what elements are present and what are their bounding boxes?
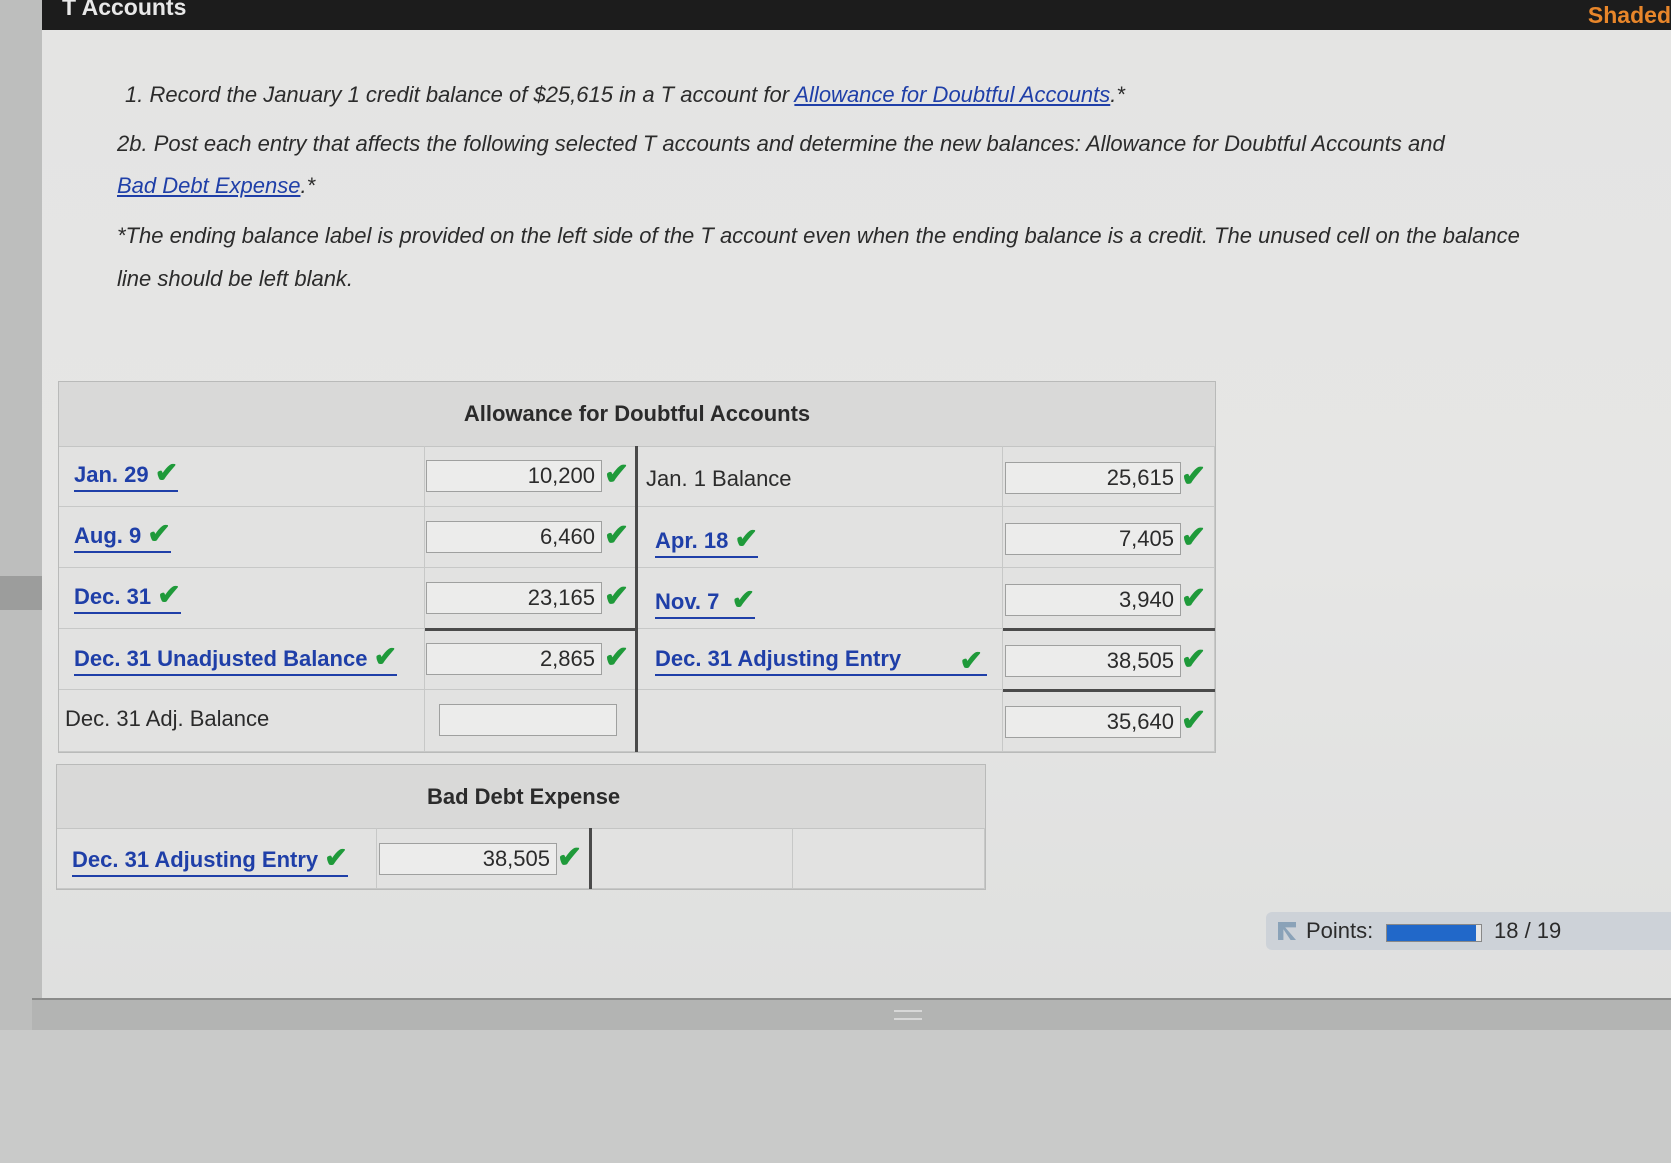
row3-left-label[interactable]: Dec. 31 ✔ <box>74 580 181 614</box>
instruction-1-text: 1. Record the January 1 credit balance o… <box>125 82 795 107</box>
label-text: Dec. 31 Unadjusted Balance <box>74 646 368 671</box>
checkmark-icon: ✔ <box>1181 521 1207 554</box>
points-progress-fill <box>1387 925 1477 941</box>
row1-left-label[interactable]: Jan. 29 ✔ <box>74 457 179 492</box>
label-text: Nov. 7 <box>655 589 720 614</box>
t-account-divider <box>635 446 638 752</box>
flag-icon[interactable] <box>1278 922 1296 940</box>
checkmark-icon: ✔ <box>154 457 179 488</box>
row3-right-label[interactable]: Nov. 7 ✔ <box>655 584 756 619</box>
allowance-t-account: Allowance for Doubtful Accounts Jan. 29 … <box>58 381 1216 753</box>
checkmark-icon: ✔ <box>324 842 348 873</box>
row5-left-label: Dec. 31 Adj. Balance <box>65 706 270 731</box>
row4-right-label[interactable]: Dec. 31 Adjusting Entry ✔ <box>655 646 987 676</box>
points-indicator: Points: 18 / 19 <box>1266 912 1671 950</box>
balance-rule-right <box>1003 689 1215 692</box>
title-bar: T Accounts Shaded <box>0 0 1671 30</box>
left-strip <box>0 0 42 1163</box>
bad-debt-row1-label[interactable]: Dec. 31 Adjusting Entry ✔ <box>72 843 348 877</box>
cell <box>793 828 985 889</box>
instruction-2b-suffix: .* <box>300 173 316 198</box>
row3-right-value[interactable]: 3,940 <box>1005 584 1181 616</box>
checkmark-icon: ✔ <box>1181 704 1207 737</box>
instruction-1-suffix: .* <box>1110 82 1125 107</box>
row2-right-label[interactable]: Apr. 18 ✔ <box>655 524 758 558</box>
row2-left-label[interactable]: Aug. 9 ✔ <box>74 519 171 553</box>
total-rule-right <box>1003 628 1215 631</box>
left-tab <box>0 576 42 610</box>
row5-left-value[interactable] <box>439 704 617 736</box>
bad-debt-row1-value[interactable]: 38,505 <box>379 843 557 875</box>
label-text: Jan. 29 <box>74 462 149 487</box>
cell <box>637 690 1003 752</box>
checkmark-icon: ✔ <box>157 579 181 610</box>
checkmark-icon: ✔ <box>604 458 630 491</box>
row1-right-label: Jan. 1 Balance <box>646 466 792 491</box>
points-progress-bar <box>1386 924 1482 942</box>
resize-bar[interactable] <box>32 998 1671 1030</box>
window-title: T Accounts <box>62 0 187 20</box>
note-line-1: *The ending balance label is provided on… <box>117 223 1520 248</box>
t-account-divider <box>589 828 592 889</box>
label-text: Apr. 18 <box>655 528 729 553</box>
row4-left-label[interactable]: Dec. 31 Unadjusted Balance ✔ <box>74 641 398 676</box>
label-text: Dec. 31 <box>74 584 152 609</box>
row1-right-value[interactable]: 25,615 <box>1005 462 1181 494</box>
grip-icon[interactable] <box>894 1010 922 1020</box>
checkmark-icon: ✔ <box>604 641 630 674</box>
row2-right-value[interactable]: 7,405 <box>1005 523 1181 555</box>
allowance-title: Allowance for Doubtful Accounts <box>59 382 1215 447</box>
points-value: 18 / 19 <box>1494 918 1562 943</box>
checkmark-icon: ✔ <box>147 518 171 549</box>
bad-debt-title: Bad Debt Expense <box>57 765 985 829</box>
row2-left-value[interactable]: 6,460 <box>426 521 602 553</box>
lower-area <box>0 1030 1671 1163</box>
checkmark-icon: ✔ <box>734 523 758 554</box>
label-text: Aug. 9 <box>74 523 142 548</box>
row3-left-value[interactable]: 23,165 <box>426 582 602 614</box>
instruction-2b: 2b. Post each entry that affects the fol… <box>117 131 1445 156</box>
row4-right-value[interactable]: 38,505 <box>1005 645 1181 677</box>
points-label: Points: <box>1306 918 1374 943</box>
row5-right-value[interactable]: 35,640 <box>1005 706 1181 738</box>
instruction-1: 1. Record the January 1 credit balance o… <box>125 82 1125 108</box>
label-text: Dec. 31 Adjusting Entry <box>655 646 902 671</box>
checkmark-icon: ✔ <box>959 645 983 676</box>
bad-debt-link[interactable]: Bad Debt Expense <box>117 173 300 198</box>
instruction-2b-cont: Bad Debt Expense.* <box>117 173 315 199</box>
checkmark-icon: ✔ <box>604 519 630 552</box>
checkmark-icon: ✔ <box>1181 582 1207 615</box>
checkmark-icon: ✔ <box>604 580 630 613</box>
checkmark-icon: ✔ <box>1181 460 1207 493</box>
row1-left-value[interactable]: 10,200 <box>426 460 602 492</box>
shaded-mode-label[interactable]: Shaded <box>1588 2 1671 29</box>
checkmark-icon: ✔ <box>731 584 756 615</box>
cell <box>591 828 793 889</box>
note-line-2: line should be left blank. <box>117 266 354 291</box>
total-rule-left <box>425 628 637 631</box>
label-text: Dec. 31 Adjusting Entry <box>72 847 319 872</box>
checkmark-icon: ✔ <box>557 841 583 874</box>
bad-debt-t-account: Bad Debt Expense Dec. 31 Adjusting Entry… <box>56 764 986 890</box>
checkmark-icon: ✔ <box>1181 643 1207 676</box>
row4-left-value[interactable]: 2,865 <box>426 643 602 675</box>
allowance-link[interactable]: Allowance for Doubtful Accounts <box>794 82 1110 107</box>
checkmark-icon: ✔ <box>373 641 398 672</box>
